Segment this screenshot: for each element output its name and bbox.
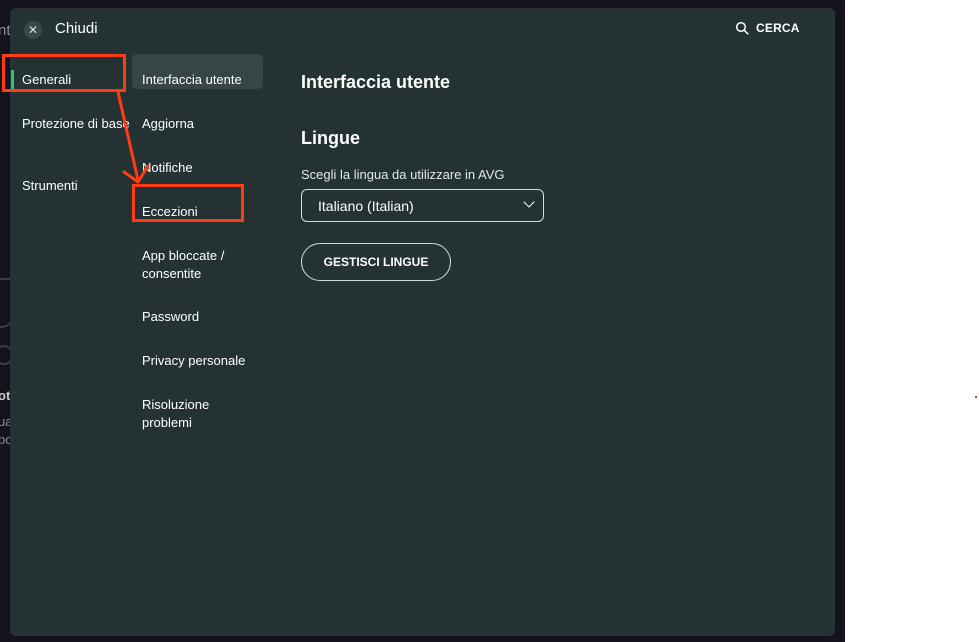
- annotation-dot: [975, 396, 977, 398]
- annotation-arrow: [116, 91, 150, 184]
